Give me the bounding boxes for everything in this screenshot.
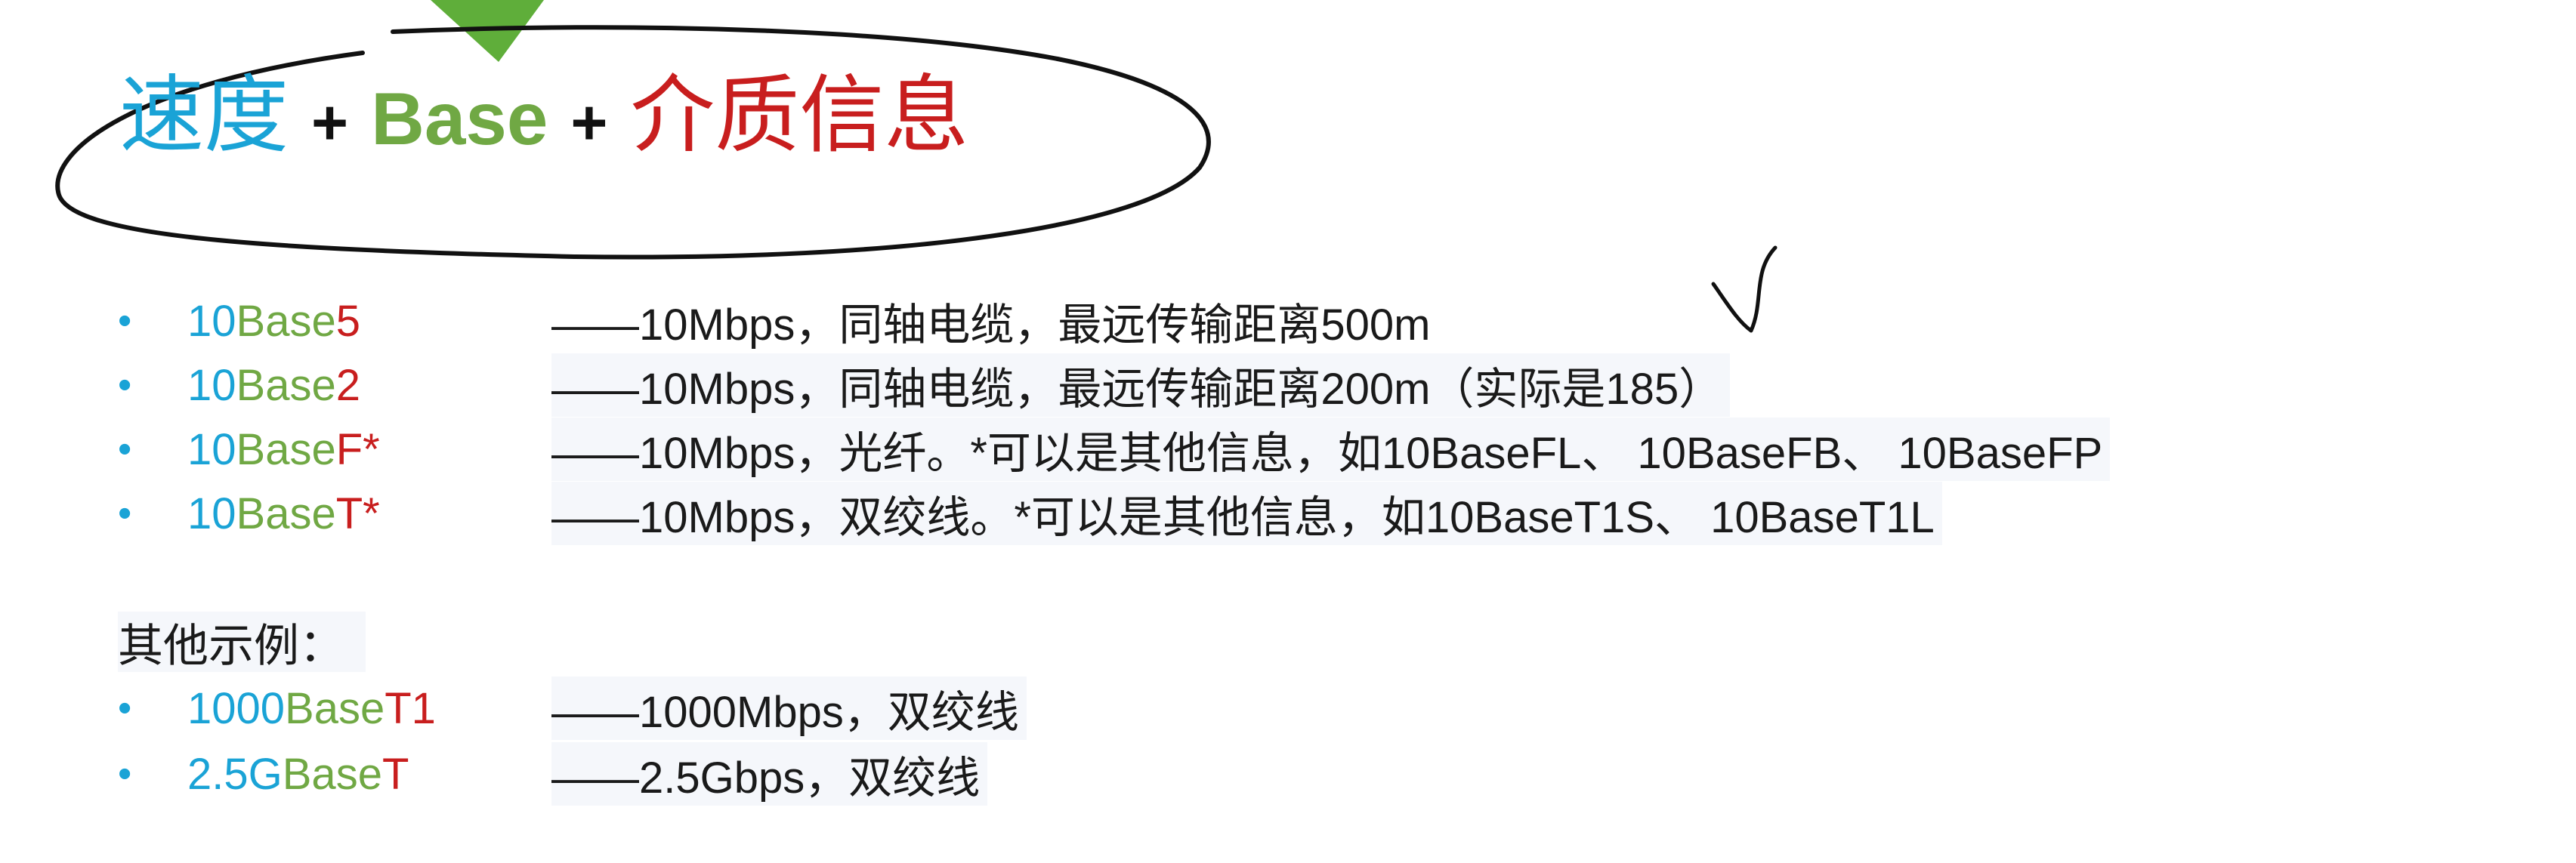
code-medium: T [381,749,409,799]
code-speed: 10 [187,424,236,474]
code-medium: 5 [335,296,360,346]
title-medium: 介质信息 [630,66,969,165]
code-speed: 10 [187,489,236,538]
title-formula: 速度 + Base + 介质信息 [119,47,968,168]
code-base: Base [236,360,336,410]
standard-description: ——2.5Gbps，双绞线 [551,742,988,806]
code-base: Base [236,424,336,474]
standard-code: 10Base5 [187,296,360,347]
standard-code: 1000BaseT1 [187,683,436,734]
bullet-icon: • [118,686,132,730]
code-medium: F* [335,424,380,474]
bullet-icon: • [118,492,132,535]
standard-description: ——10Mbps，同轴电缆，最远传输距离500m [551,301,1431,350]
code-base: Base [236,489,336,538]
bullet-icon: • [118,299,132,343]
bullet-icon: • [118,427,132,471]
code-base: Base [282,749,382,799]
code-speed: 10 [187,296,236,346]
standard-description: ——10Mbps，光纤。*可以是其他信息，如10BaseFL、 10BaseFB… [551,418,2111,481]
code-base: Base [236,296,336,346]
code-speed: 10 [187,360,236,410]
standard-description: ——10Mbps，同轴电缆，最远传输距离200m（实际是185） [551,353,1731,417]
standard-description: ——1000Mbps，双绞线 [551,677,1027,740]
standard-description: ——10Mbps，双绞线。*可以是其他信息，如10BaseT1S、 10Base… [551,482,1942,545]
code-speed: 2.5G [187,749,283,799]
code-medium: T1 [385,683,436,733]
code-base: Base [285,683,385,733]
standard-code: 10BaseF* [187,424,380,475]
bullet-icon: • [118,752,132,796]
title-plus-1: + [311,87,349,158]
standard-code: 10Base2 [187,360,360,411]
other-examples-heading: 其他示例： [118,612,366,673]
standard-code: 10BaseT* [187,489,380,539]
bullet-icon: • [118,363,132,407]
title-plus-2: + [570,87,608,158]
title-base: Base [371,77,548,160]
code-medium: T* [335,489,380,538]
standard-code: 2.5GBaseT [187,749,409,800]
code-speed: 1000 [187,683,286,733]
code-medium: 2 [335,360,360,410]
hand-drawn-check-icon [1711,245,1778,333]
title-speed: 速度 [119,66,289,165]
